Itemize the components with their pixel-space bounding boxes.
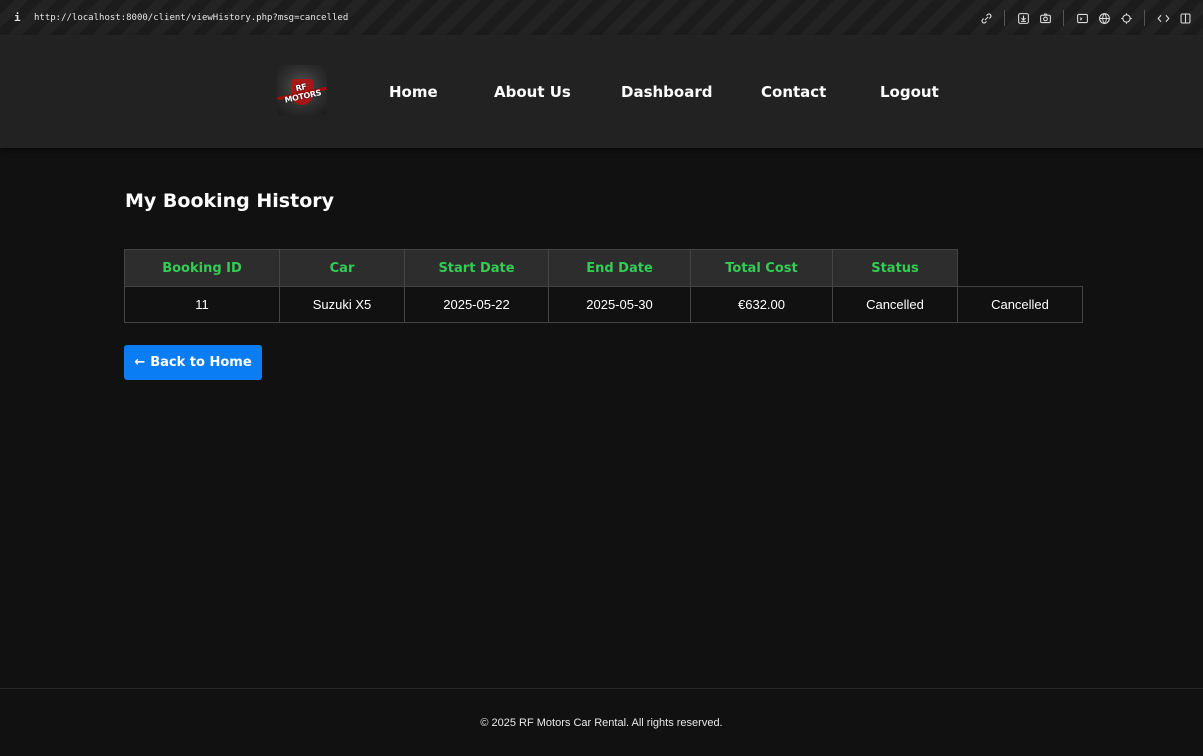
info-icon[interactable]: i [14, 11, 34, 24]
cell-start-date: 2025-05-22 [404, 286, 549, 323]
toolbar-divider [1144, 10, 1145, 26]
globe-icon[interactable] [1096, 10, 1112, 26]
back-button-label: Back to Home [150, 355, 252, 370]
footer-copyright: © 2025 RF Motors Car Rental. All rights … [480, 716, 723, 729]
column-header-booking-id: Booking ID [124, 249, 280, 287]
nav-contact[interactable]: Contact [761, 83, 826, 101]
arrow-left-icon: ← [134, 355, 146, 370]
column-header-start-date: Start Date [404, 249, 549, 287]
column-header-total-cost: Total Cost [690, 249, 833, 287]
page-title: My Booking History [125, 190, 334, 212]
download-icon[interactable] [1015, 10, 1031, 26]
column-header-end-date: End Date [548, 249, 691, 287]
browser-toolbar [978, 0, 1193, 36]
sidebar-icon[interactable] [1177, 10, 1193, 26]
cell-action-status: Cancelled [957, 286, 1083, 323]
nav-logout[interactable]: Logout [880, 83, 939, 101]
cell-booking-id: 11 [124, 286, 280, 323]
cell-end-date: 2025-05-30 [548, 286, 691, 323]
url-text[interactable]: http://localhost:8000/client/viewHistory… [34, 13, 348, 23]
table-row: 11 Suzuki X5 2025-05-22 2025-05-30 €632.… [124, 286, 1083, 323]
terminal-icon[interactable] [1074, 10, 1090, 26]
nav-home[interactable]: Home [389, 83, 438, 101]
nav-about-us[interactable]: About Us [494, 83, 571, 101]
column-header-car: Car [279, 249, 405, 287]
cell-car: Suzuki X5 [279, 286, 405, 323]
toolbar-divider [1004, 10, 1005, 26]
crosshair-icon[interactable] [1118, 10, 1134, 26]
browser-address-bar: i http://localhost:8000/client/viewHisto… [0, 0, 1203, 36]
back-to-home-button[interactable]: ← Back to Home [124, 345, 262, 380]
nav-dashboard[interactable]: Dashboard [621, 83, 712, 101]
cell-status: Cancelled [832, 286, 958, 323]
camera-icon[interactable] [1037, 10, 1053, 26]
table-header-row: Booking ID Car Start Date End Date Total… [124, 249, 1083, 287]
site-header: RF MOTORS Home About Us Dashboard Contac… [0, 36, 1203, 148]
link-icon[interactable] [978, 10, 994, 26]
toolbar-divider [1063, 10, 1064, 26]
column-header-status: Status [832, 249, 958, 287]
booking-history-table: Booking ID Car Start Date End Date Total… [124, 249, 1083, 323]
cell-total-cost: €632.00 [690, 286, 833, 323]
site-footer: © 2025 RF Motors Car Rental. All rights … [0, 688, 1203, 756]
code-icon[interactable] [1155, 10, 1171, 26]
rf-motors-logo[interactable]: RF MOTORS [277, 65, 327, 115]
